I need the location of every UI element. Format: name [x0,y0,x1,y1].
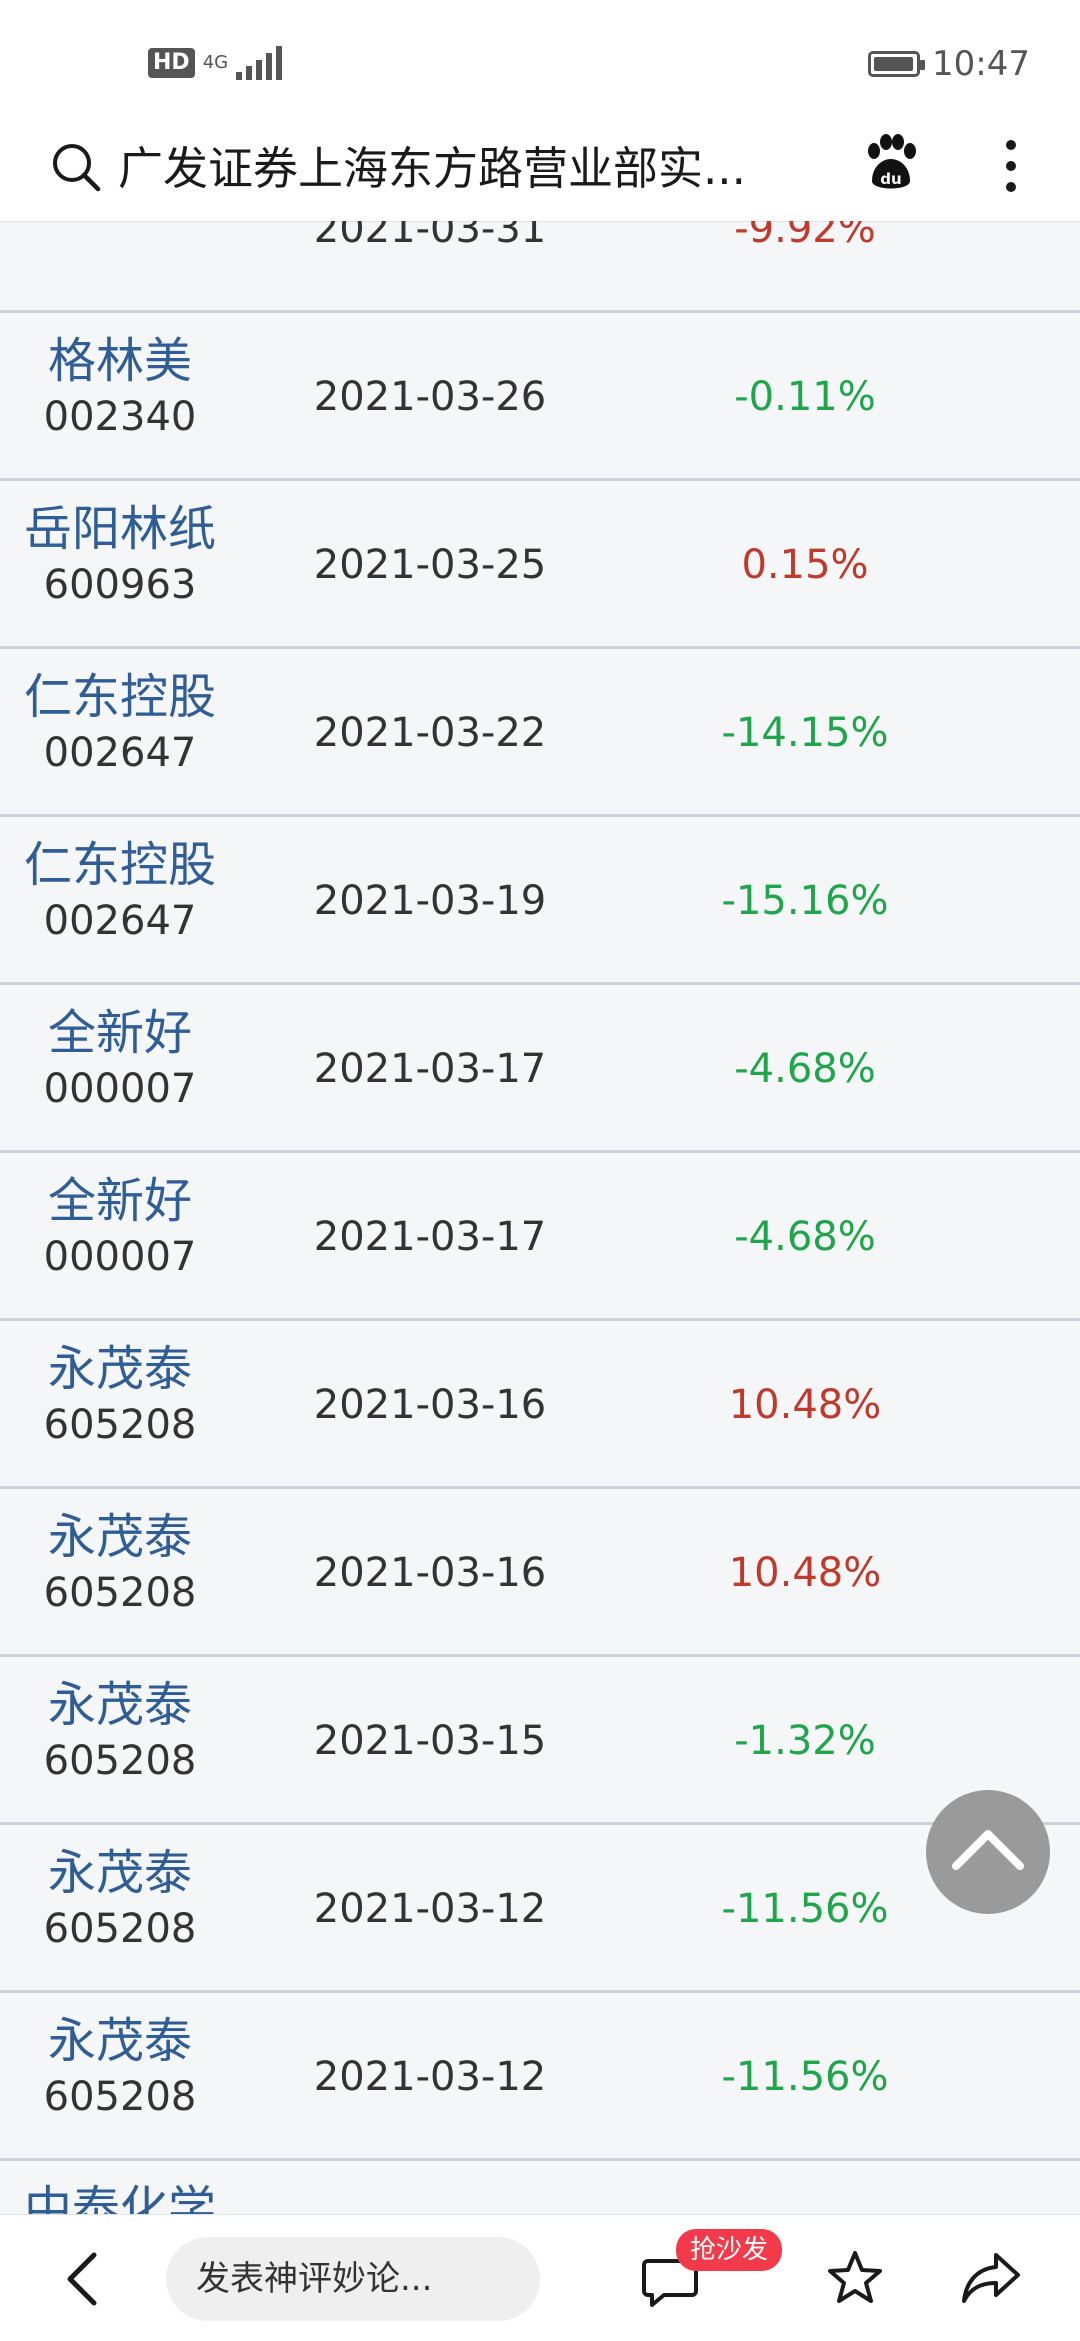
stock-code: 605208 [43,1402,197,1448]
stock-cell[interactable]: 永茂泰 605208 [0,1675,240,1787]
stock-name[interactable]: 格林美 [0,331,240,391]
stock-cell[interactable]: 永茂泰 605208 [0,1507,240,1619]
stock-name[interactable]: 永茂泰 [0,1675,240,1735]
price-change: -4.51% [660,2161,950,2221]
trade-date: 2021-03-19 [313,878,547,924]
more-options-icon[interactable] [1000,137,1022,195]
stock-code: 000007 [43,1234,197,1280]
trade-records-scroll: 002647 2021-03-31 -9.92% 格林美002340 2021-03-2… [0,221,1080,2221]
scroll-to-top-button[interactable] [926,1790,1050,1914]
trade-date: 2021-03-12 [313,1886,547,1932]
stock-name[interactable]: 岳阳林纸 [0,499,240,559]
stock-name[interactable]: 全新好 [0,1003,240,1063]
favorite-star-icon[interactable] [826,2249,884,2307]
trade-date: 2021-03-26 [313,374,547,420]
search-query-text[interactable]: 广发证券上海东方路营业部实... [118,139,778,199]
table-row[interactable]: 仁东控股 002647 2021-03-19 -15.16% [0,817,1080,985]
table-row[interactable]: 仁东控股 002647 2021-03-22 -14.15% [0,649,1080,817]
stock-cell[interactable]: 全新好 000007 [0,1003,240,1115]
hd-icon: HD [148,48,195,78]
stock-code: 605208 [43,1570,197,1616]
sofa-badge: 抢沙发 [676,2229,783,2271]
stock-code: 605208 [43,2074,197,2120]
status-right: 10:47 [868,44,1030,84]
table-row[interactable]: 永茂泰 605208 2021-03-15 -1.32% [0,1657,1080,1825]
stock-code: 605208 [43,1738,197,1784]
clock: 10:47 [932,44,1030,84]
stock-cell[interactable]: 永茂泰 605208 [0,1843,240,1955]
trade-date: 2021-03-17 [313,1214,547,1260]
trade-date: 2021-03-31 [313,221,547,252]
battery-icon [868,51,926,77]
stock-code: 600963 [43,562,197,608]
price-change: 10.48% [728,1550,882,1596]
bottom-toolbar: 发表神评妙论... 抢沙发 [0,2214,1080,2341]
price-change: -15.16% [721,878,889,924]
stock-name[interactable]: 永茂泰 [0,1843,240,1903]
trade-date: 2021-03-17 [313,1046,547,1092]
stock-name[interactable]: 仁东控股 [0,667,240,727]
table-row[interactable]: 0026472021-03-31-9.92% [0,221,1080,313]
stock-name[interactable]: 永茂泰 [0,1339,240,1399]
stock-cell[interactable]: 格林美 002340 [0,331,240,443]
price-change: 10.48% [728,1382,882,1428]
trade-date: 2021-03-25 [313,542,547,588]
trade-date: 2021-03-16 [313,1550,547,1596]
table-row[interactable]: 中泰化学2021-03-04-4.51% [0,2161,1080,2221]
trade-date: 2021-03-04 [260,2161,600,2221]
price-change: -1.32% [734,1718,876,1764]
trade-date: 2021-03-12 [313,2054,547,2100]
chevron-up-icon [952,1830,1024,1870]
stock-cell[interactable]: 仁东控股 002647 [0,667,240,779]
table-row[interactable]: 岳阳林纸 600963 2021-03-25 0.15% [0,481,1080,649]
price-change: 0.15% [741,542,869,588]
price-change: -4.68% [734,1214,876,1260]
signal-icon [236,46,283,80]
trade-date: 2021-03-15 [313,1718,547,1764]
stock-cell[interactable]: 仁东控股 002647 [0,835,240,947]
price-change: -9.92% [734,221,876,252]
table-row[interactable]: 全新好 000007 2021-03-17 -4.68% [0,1153,1080,1321]
price-change: -14.15% [721,710,889,756]
table-row[interactable]: 永茂泰 605208 2021-03-16 10.48% [0,1489,1080,1657]
trade-date: 2021-03-16 [313,1382,547,1428]
trade-records-list[interactable]: 002647 2021-03-31 -9.92% 格林美002340 2021-03-2… [0,221,1080,2221]
stock-name[interactable]: 永茂泰 [0,2011,240,2071]
share-icon[interactable] [960,2251,1022,2305]
search-bar[interactable]: 广发证券上海东方路营业部实... du [0,125,1080,222]
table-row[interactable]: 永茂泰 605208 2021-03-12 -11.56% [0,1825,1080,1993]
price-change: -11.56% [721,1886,889,1932]
status-left: HD 4G [148,46,283,80]
stock-name[interactable]: 永茂泰 [0,1507,240,1567]
stock-code: 002340 [43,394,197,440]
stock-code: 002647 [43,730,197,776]
stock-code: 000007 [43,1066,197,1112]
stock-name[interactable]: 仁东控股 [0,835,240,895]
baidu-paw-icon[interactable]: du [860,133,922,195]
trade-date: 2021-03-22 [313,710,547,756]
stock-cell[interactable]: 岳阳林纸 600963 [0,499,240,611]
stock-cell[interactable]: 全新好 000007 [0,1171,240,1283]
network-type: 4G [202,52,229,73]
table-row[interactable]: 永茂泰 605208 2021-03-12 -11.56% [0,1993,1080,2161]
comment-input[interactable]: 发表神评妙论... [166,2237,540,2321]
back-arrow-icon[interactable] [62,2249,102,2309]
table-row[interactable]: 全新好 000007 2021-03-17 -4.68% [0,985,1080,1153]
price-change: -0.11% [734,374,876,420]
table-row[interactable]: 永茂泰 605208 2021-03-16 10.48% [0,1321,1080,1489]
stock-code: 002647 [43,898,197,944]
status-bar: HD 4G 10:47 [0,0,1080,125]
search-icon[interactable] [48,139,104,195]
price-change: -11.56% [721,2054,889,2100]
svg-text:du: du [880,170,901,188]
stock-code: 605208 [43,1906,197,1952]
stock-cell[interactable]: 永茂泰 605208 [0,2011,240,2123]
stock-name[interactable]: 全新好 [0,1171,240,1231]
price-change: -4.68% [734,1046,876,1092]
table-row[interactable]: 格林美 002340 2021-03-26 -0.11% [0,313,1080,481]
stock-cell[interactable]: 永茂泰 605208 [0,1339,240,1451]
